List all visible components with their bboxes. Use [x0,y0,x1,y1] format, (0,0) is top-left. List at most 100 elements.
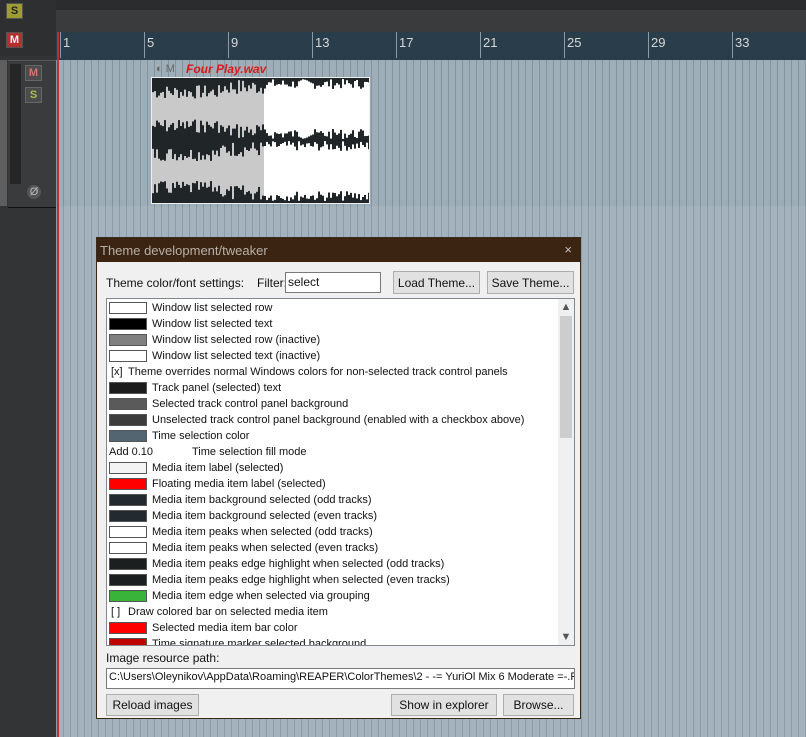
waveform-peak [338,147,340,195]
color-swatch[interactable] [109,350,147,362]
master-mute-button[interactable]: M [6,32,23,48]
list-item[interactable]: Media item edge when selected via groupi… [107,589,562,605]
dialog-titlebar[interactable]: Theme development/tweaker × [97,238,580,262]
list-item-checkbox[interactable]: [x] [111,366,123,378]
list-item[interactable]: Media item peaks edge highlight when sel… [107,573,562,589]
color-swatch[interactable] [109,590,147,602]
filter-input[interactable]: select [285,272,381,293]
color-swatch[interactable] [109,638,147,645]
phase-icon[interactable]: Ø [27,185,41,199]
color-swatch[interactable] [109,510,147,522]
color-swatch[interactable] [109,494,147,506]
color-swatch[interactable] [109,462,147,474]
image-path-input[interactable]: C:\Users\Oleynikov\AppData\Roaming\REAPE… [106,668,575,689]
show-in-explorer-button[interactable]: Show in explorer [391,694,497,716]
waveform-peak [276,146,278,196]
waveform-peak [328,86,330,132]
waveform-peak [358,86,360,132]
track-solo-button[interactable]: S [25,87,42,103]
waveform-peak [204,159,206,183]
timeline-ruler[interactable]: 1 5 9 13 17 21 25 29 33 [56,32,806,60]
save-theme-button[interactable]: Save Theme... [487,271,574,294]
waveform-peak [180,92,182,126]
list-item[interactable]: Add 0.10 Time selection fill mode [107,445,562,461]
color-swatch[interactable] [109,334,147,346]
list-item[interactable]: Media item peaks when selected (odd trac… [107,525,562,541]
waveform-peak [332,88,334,130]
list-item[interactable]: Media item label (selected) [107,461,562,477]
color-swatch[interactable] [109,622,147,634]
waveform-peak [276,84,278,134]
waveform-peak [348,147,350,195]
ruler-tick [732,32,733,58]
color-swatch[interactable] [109,318,147,330]
waveform-peak [282,80,284,138]
waveform-peak [336,83,338,135]
list-item[interactable]: Window list selected row [107,301,562,317]
color-swatch[interactable] [109,478,147,490]
color-swatch[interactable] [109,574,147,586]
waveform-peak [212,150,214,192]
color-swatch[interactable] [109,414,147,426]
ruler-region-bar[interactable] [56,10,806,32]
waveform-peak [218,85,220,133]
waveform-peak [242,80,244,138]
theme-settings-list[interactable]: Time signature marker selected backgroun… [106,298,575,646]
list-item[interactable]: Media item peaks when selected (even tra… [107,541,562,557]
waveform-peak [184,156,186,186]
color-swatch[interactable] [109,542,147,554]
list-item[interactable]: Window list selected text [107,317,562,333]
list-item-checkbox[interactable]: [ ] [111,606,120,618]
list-item[interactable]: Media item background selected (even tra… [107,509,562,525]
color-swatch[interactable] [109,430,147,442]
load-theme-button[interactable]: Load Theme... [393,271,480,294]
master-solo-button[interactable]: S [6,3,23,19]
waveform-peak [178,157,180,185]
fill-mode-value[interactable]: Add 0.10 [109,446,153,458]
waveform-peak [164,160,166,182]
waveform-peak [172,158,174,184]
toolbar-strip [56,0,806,10]
list-item[interactable]: [x] Theme overrides normal Windows colors… [107,365,562,381]
scroll-thumb[interactable] [560,316,572,438]
edit-cursor [57,32,59,737]
waveform-peak [314,88,316,130]
color-swatch[interactable] [109,398,147,410]
media-item[interactable] [151,77,370,204]
waveform-peak [236,155,238,187]
list-item[interactable]: Window list selected text (inactive) [107,349,562,365]
list-item[interactable]: [ ] Draw colored bar on selected media it… [107,605,562,621]
waveform-peak [278,146,280,196]
scroll-up-icon[interactable]: ▲ [558,299,574,315]
list-item[interactable]: Media item peaks edge highlight when sel… [107,557,562,573]
color-swatch[interactable] [109,558,147,570]
waveform-peak [316,143,318,199]
color-swatch[interactable] [109,526,147,538]
browse-button[interactable]: Browse... [503,694,574,716]
waveform-peak [176,160,178,182]
scroll-down-icon[interactable]: ▼ [558,629,574,645]
list-scrollbar[interactable]: ▲ ▼ [558,299,574,645]
list-item[interactable]: Unselected track control panel backgroun… [107,413,562,429]
color-swatch[interactable] [109,302,147,314]
list-item-label: Time selection color [152,430,250,442]
track-mute-button[interactable]: M [25,65,42,81]
list-item[interactable]: Selected track control panel background [107,397,562,413]
list-item[interactable]: Window list selected row (inactive) [107,333,562,349]
waveform-peak [310,145,312,197]
reload-images-button[interactable]: Reload images [106,694,199,716]
list-item[interactable]: Media item background selected (odd trac… [107,493,562,509]
list-item[interactable]: Selected media item bar color [107,621,562,637]
list-item[interactable]: Time selection color [107,429,562,445]
close-icon[interactable]: × [564,242,572,257]
ruler-label: 13 [315,35,330,50]
waveform-peak [200,159,202,183]
waveform-peak [222,91,224,127]
dialog-title: Theme development/tweaker [100,243,268,258]
list-item[interactable]: Floating media item label (selected) [107,477,562,493]
list-item[interactable]: Track panel (selected) text [107,381,562,397]
waveform-peak [160,92,162,126]
waveform-peak [216,96,218,122]
list-item[interactable]: Time signature marker selected backgroun… [107,637,562,645]
color-swatch[interactable] [109,382,147,394]
